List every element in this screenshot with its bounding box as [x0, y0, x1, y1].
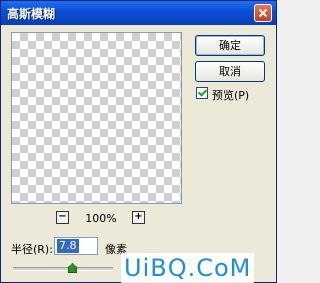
zoom-in-button[interactable]: +	[132, 211, 145, 224]
radius-slider-track[interactable]	[13, 267, 113, 271]
cancel-button[interactable]: 取消	[195, 61, 265, 82]
ok-button[interactable]: 确定	[195, 35, 265, 56]
radius-value[interactable]: 7.8	[57, 239, 79, 253]
radius-label: 半径(R):	[11, 243, 53, 256]
dialog-title: 高斯模糊	[7, 7, 56, 21]
zoom-out-button[interactable]: −	[56, 211, 69, 224]
radius-slider-thumb[interactable]	[68, 263, 77, 273]
close-icon[interactable]	[254, 4, 272, 22]
title-bar[interactable]: 高斯模糊	[1, 1, 276, 25]
zoom-level: 100%	[85, 212, 117, 225]
watermark: UiBQ.CoM	[121, 253, 255, 283]
preview-checkbox-label[interactable]: 预览(P)	[212, 87, 249, 103]
preview-canvas[interactable]	[11, 32, 182, 204]
preview-checkbox[interactable]	[196, 87, 208, 99]
radius-input[interactable]: 7.8	[54, 237, 98, 255]
gaussian-blur-dialog: 高斯模糊 − 100% + 确定 取消 预览(P) 半径(R): 7.8 像素 …	[0, 0, 277, 283]
